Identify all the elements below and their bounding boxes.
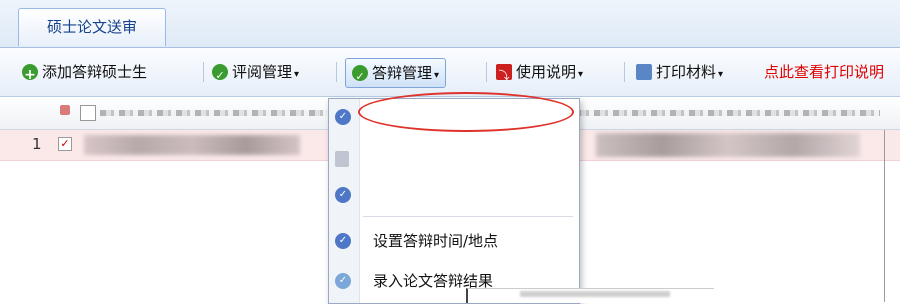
- chevron-down-icon: ▾: [578, 69, 584, 80]
- check-circle-icon: [335, 101, 351, 133]
- redacted-cell: [84, 135, 300, 155]
- check-circle-icon: [335, 179, 351, 211]
- add-icon: [22, 61, 38, 89]
- toolbar-separator: [624, 62, 625, 82]
- review-management-button[interactable]: 评阅管理▾: [212, 58, 300, 90]
- tab-strip: 硕士论文送审: [0, 0, 900, 48]
- document-icon: [335, 151, 349, 167]
- edit-icon: [335, 265, 351, 297]
- print-notice-link[interactable]: 点此查看打印说明: [764, 58, 884, 86]
- pdf-icon: [496, 62, 512, 90]
- highlight-annotation: [358, 92, 574, 132]
- check-circle-icon: [335, 225, 351, 257]
- toolbar-separator: [203, 62, 204, 82]
- toolbar-separator: [486, 62, 487, 82]
- menu-item-obscured-2[interactable]: [329, 143, 579, 175]
- defense-label: 答辩管理: [372, 64, 433, 82]
- toolbar-separator: [336, 62, 337, 82]
- print-label: 打印材料: [656, 63, 717, 81]
- printer-icon: [636, 64, 652, 80]
- redacted-text: [520, 291, 670, 297]
- row-number: 1: [32, 135, 42, 153]
- menu-item-set-defense-time[interactable]: 设置答辩时间/地点: [329, 225, 579, 257]
- print-materials-button[interactable]: 打印材料 ▾: [636, 58, 723, 86]
- menu-divider: [363, 216, 573, 217]
- check-circle-icon: [352, 63, 368, 91]
- sort-marker-icon: [60, 105, 70, 115]
- review-label: 评阅管理: [232, 63, 293, 81]
- menu-item-label: 设置答辩时间/地点: [373, 232, 499, 250]
- defense-management-button[interactable]: 答辩管理▾: [345, 58, 447, 91]
- tab-thesis-review[interactable]: 硕士论文送审: [18, 8, 166, 46]
- add-student-button[interactable]: 添加答辩硕士生: [22, 58, 148, 89]
- scrollbar-edge: [884, 130, 885, 302]
- chevron-down-icon: ▾: [434, 70, 440, 81]
- add-student-label: 添加答辩硕士生: [42, 63, 148, 81]
- chevron-down-icon: ▾: [718, 69, 724, 80]
- select-all-checkbox[interactable]: [80, 105, 96, 121]
- redacted-cell: [596, 133, 860, 157]
- check-circle-icon: [212, 62, 228, 90]
- toolbar: 添加答辩硕士生 评阅管理▾ 答辩管理▾ 使用说明▾ 打印材料▾ 点此查看打印说明: [0, 48, 900, 97]
- row-checkbox[interactable]: ✓: [58, 137, 72, 151]
- user-manual-button[interactable]: 使用说明▾: [496, 58, 584, 90]
- chevron-down-icon: ▾: [294, 69, 300, 80]
- manual-label: 使用说明: [516, 63, 577, 81]
- menu-item-obscured-3[interactable]: [329, 179, 579, 211]
